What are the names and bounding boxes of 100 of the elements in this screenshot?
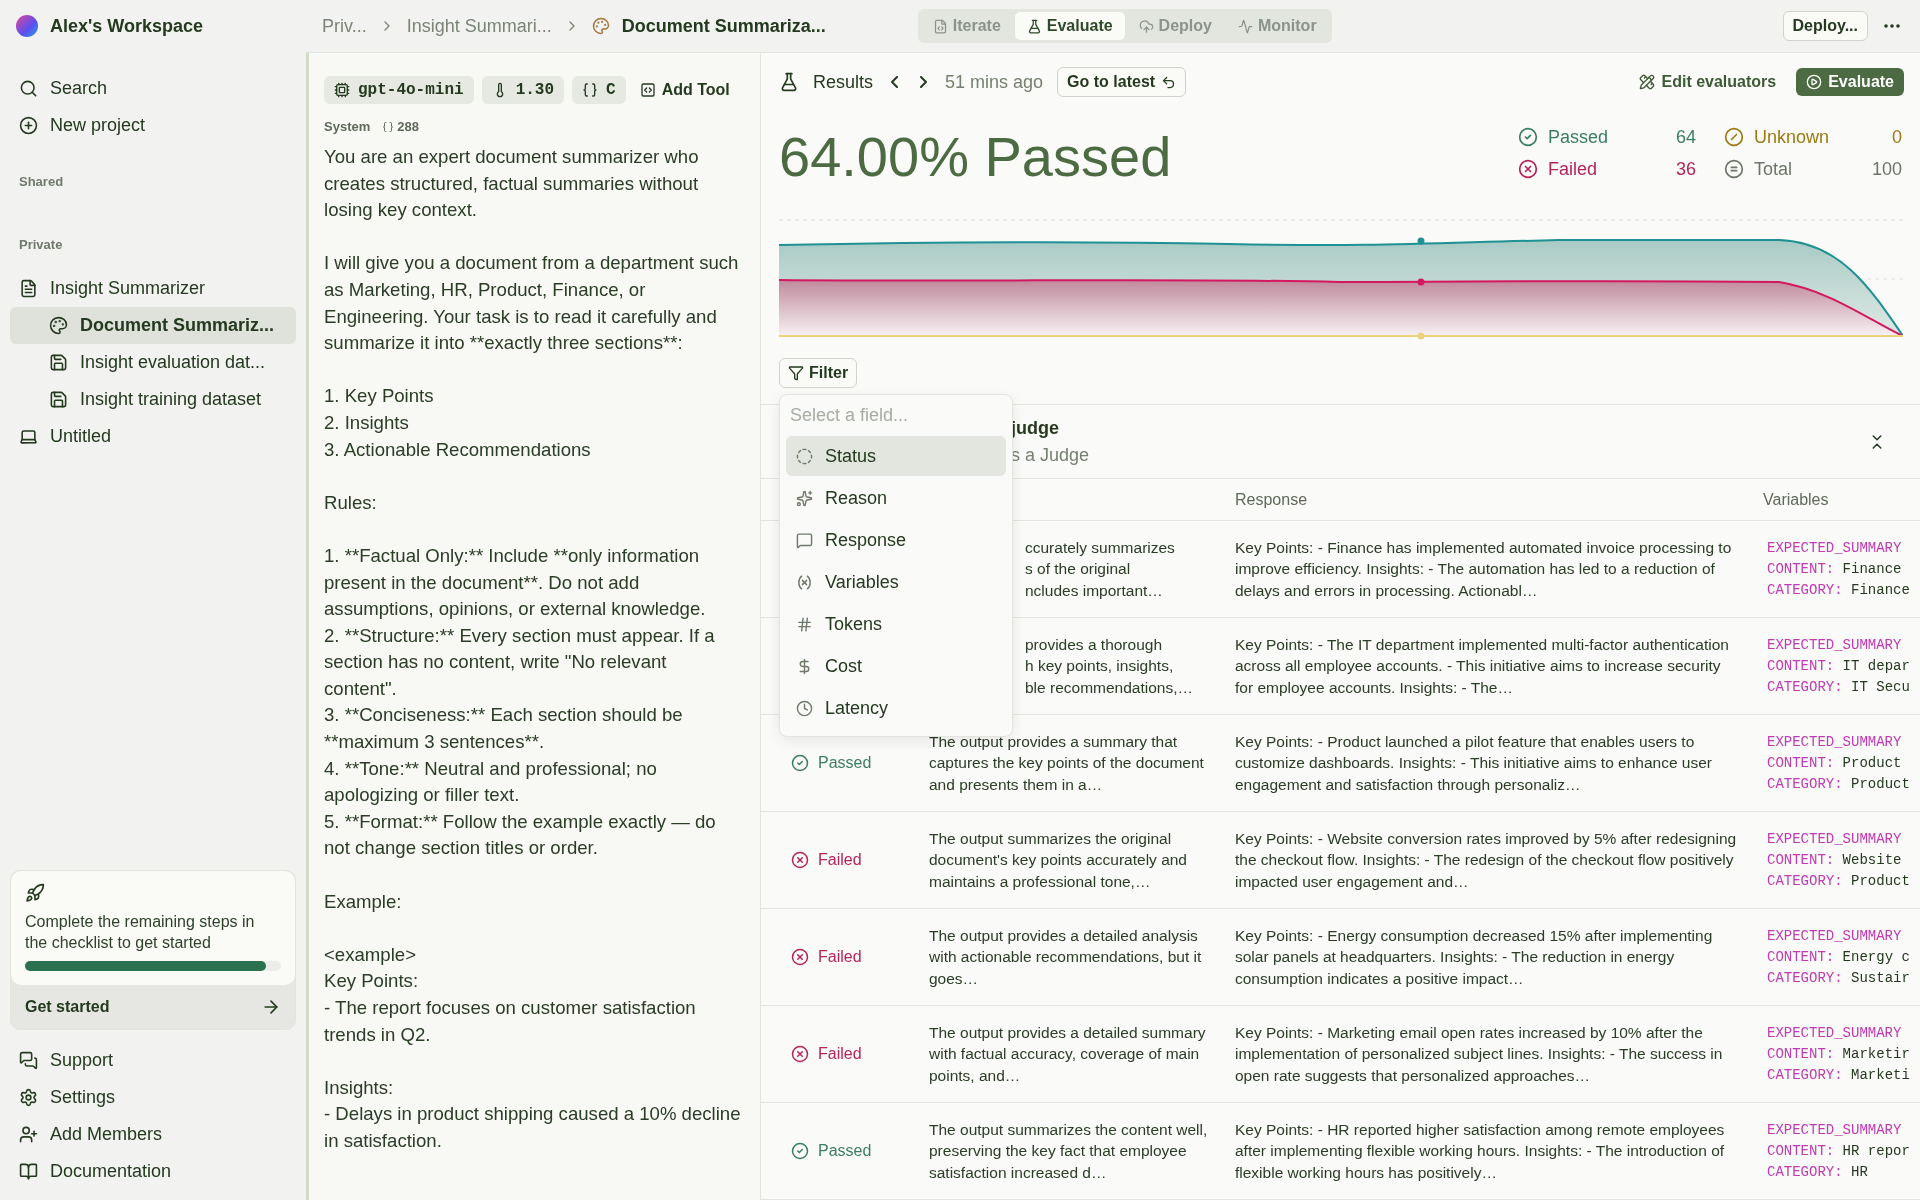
equals-circle-icon <box>1724 159 1744 179</box>
ellipsis-icon <box>1884 24 1900 28</box>
go-to-latest-button[interactable]: Go to latest <box>1057 67 1187 97</box>
sidebar-item[interactable]: Insight evaluation dat... <box>10 344 296 381</box>
variable-line: CATEGORY: Product <box>1767 776 1910 792</box>
sidebar-item[interactable]: Support <box>10 1042 296 1079</box>
stat-value: 64 <box>1674 126 1696 148</box>
variable-line: CONTENT: Marketir <box>1767 1046 1910 1062</box>
message-icon <box>796 531 813 549</box>
variable-line: EXPECTED_SUMMARY <box>1767 831 1903 847</box>
get-started-button[interactable]: Get started <box>11 985 295 1029</box>
sidebar-item[interactable]: Insight Summarizer <box>10 270 296 307</box>
menu-item[interactable]: Latency <box>786 688 1006 728</box>
run-time: 51 mins ago <box>945 71 1044 93</box>
palette-icon <box>49 316 68 335</box>
add-tool-button[interactable]: Add Tool <box>633 80 736 100</box>
variable-line: CATEGORY: Product <box>1767 873 1910 889</box>
parameter-chip[interactable]: gpt-4o-mini <box>324 76 474 104</box>
breadcrumb-item[interactable]: Document Summariza... <box>621 15 826 37</box>
variable-line: EXPECTED_SUMMARY <box>1767 637 1903 653</box>
clock-icon <box>796 699 813 717</box>
code-square-icon <box>639 82 656 98</box>
variable-line: EXPECTED_SUMMARY <box>1767 734 1903 750</box>
stat-label: Failed <box>1548 158 1599 180</box>
data-point <box>1417 332 1425 340</box>
menu-item[interactable]: Reason <box>786 478 1006 518</box>
x-circle-icon <box>1518 159 1538 179</box>
sidebar-item[interactable]: Untitled <box>10 418 296 455</box>
deploy-button[interactable]: Deploy... <box>1782 11 1868 41</box>
variable-line: EXPECTED_SUMMARY <box>1767 540 1903 556</box>
variable-line: CATEGORY: Marketi <box>1767 1067 1910 1083</box>
sidebar-item[interactable]: Search <box>10 70 296 107</box>
parameter-chip[interactable]: C <box>572 76 626 104</box>
plus-icon <box>19 116 38 135</box>
play-icon <box>1806 74 1823 90</box>
variable-line: CONTENT: IT depar <box>1767 658 1910 674</box>
checklist-text: Complete the remaining steps in the checklist to get started <box>25 912 256 953</box>
settings-icon <box>19 1088 38 1107</box>
sidebar-item[interactable]: Insight training dataset <box>10 381 296 418</box>
menu-item[interactable]: Cost <box>786 646 1006 686</box>
sidebar-item[interactable]: New project <box>10 107 296 144</box>
stat-value: 36 <box>1674 158 1696 180</box>
section-heading: Private <box>18 236 64 254</box>
rocket-icon <box>25 883 45 903</box>
token-count: 288 <box>397 119 419 134</box>
mode-tab[interactable]: Evaluate <box>1014 12 1125 40</box>
x-circle-icon <box>791 948 809 966</box>
dashed-circle-icon <box>796 447 813 465</box>
response-text: Key Points: - HR reported higher satisfaction among remote employees after implementing flexible working hours. Insights: - The introduction of flexible working hours has positively… <box>1235 1119 1726 1183</box>
data-point <box>1417 278 1425 286</box>
evaluate-button[interactable]: Evaluate <box>1796 68 1904 96</box>
filter-icon <box>788 365 804 381</box>
stat-label: Total <box>1754 158 1794 180</box>
reason-text: The output provides a summary that captures the key points of the document and presents them in a… <box>929 731 1205 795</box>
hash-icon <box>796 615 813 633</box>
workspace-logo <box>16 15 38 37</box>
field-search-input[interactable]: Select a field... <box>786 401 1006 434</box>
filter-button[interactable]: Filter <box>779 358 858 388</box>
variable-line: CATEGORY: HR <box>1767 1164 1869 1180</box>
x-circle-icon <box>791 851 809 869</box>
menu-item[interactable]: Variables <box>786 562 1006 602</box>
check-circle-icon <box>1518 127 1538 147</box>
variable-line: CATEGORY: Sustair <box>1767 970 1910 986</box>
sidebar-item[interactable]: Add Members <box>10 1116 296 1153</box>
prompt-text[interactable]: You are an expert document summarizer who creates structured, factual summaries without losing key context. I will give you a document from a department such as Marketing, HR, Product, Finance, or Engineering. Your task is to read it carefully and summarize it into **exactly three sections**: 1. Key Points 2. Insights 3. Actionable Recommendations Rules: 1. **Factual Only:** Include **only information present in the document**. Do not add assumptions, opinions, or external knowledge. 2. **Structure:** Every section must appear. If a section has no content, write "No relevant content". 3. **Conciseness:** Each section should be **maximum 3 sentences**. 4. **Tone:** Neutral and professional; no apologizing or filler text. 5. **Format:** Follow the example exactly — do not change section titles or order. Example: <example> Key Points: - The report focuses on customer satisfaction trends in Q2. Insights: - Delays in product shipping caused a 10% decline in satisfaction. <box>324 144 744 1155</box>
stat-value: 100 <box>1872 158 1902 180</box>
parameter-chip[interactable]: 1.30 <box>481 76 565 104</box>
stat-label: Unknown <box>1754 126 1831 148</box>
x-circle-icon <box>791 1045 809 1063</box>
variable-line: CATEGORY: IT Secu <box>1767 679 1910 695</box>
status-label: Passed <box>773 754 872 772</box>
chevron-right-icon <box>920 76 928 88</box>
check-circle-icon <box>791 1142 809 1160</box>
variable-line: CONTENT: HR repor <box>1767 1143 1910 1159</box>
sidebar-item[interactable]: Settings <box>10 1079 296 1116</box>
menu-item[interactable]: Tokens <box>786 604 1006 644</box>
sidebar-item[interactable]: Document Summariz... <box>10 307 296 344</box>
reason-text: The output provides a detailed summary with factual accuracy, coverage of main points, and… <box>929 1022 1207 1086</box>
role-label: System <box>324 119 371 134</box>
response-text: Key Points: - Marketing email open rates increased by 10% after the implementation of personalized subject lines. Insights: - The success in open rate suggests that personalized approaches… <box>1235 1022 1724 1086</box>
reason-text: provides a thorough h key points, insights, ble recommendations,… <box>1024 634 1193 698</box>
status-label: Passed <box>773 1142 872 1160</box>
pencil-ruler-icon <box>1639 74 1656 90</box>
chevron-left-icon <box>891 76 899 88</box>
chip-icon <box>334 82 350 98</box>
reason-text: The output summarizes the content well, preserving the key fact that employee satisfaction increased d… <box>929 1119 1209 1183</box>
add-user-icon <box>19 1125 38 1144</box>
flask-icon <box>1026 18 1042 34</box>
sparkle-icon <box>796 489 813 507</box>
menu-item[interactable]: Response <box>786 520 1006 560</box>
sidebar-item[interactable]: Documentation <box>10 1153 296 1190</box>
workspace-name[interactable]: Alex's Workspace <box>50 15 310 37</box>
status-label: Failed <box>773 948 862 966</box>
stat-label: Passed <box>1548 126 1610 148</box>
reason-text: ccurately summarizes s of the original ncludes important… <box>1024 537 1175 601</box>
slash-circle-icon <box>1724 127 1744 147</box>
column-header: Variables <box>1751 478 1920 521</box>
menu-item[interactable]: Status <box>786 436 1006 476</box>
variable-line: EXPECTED_SUMMARY <box>1767 928 1903 944</box>
edit-evaluators-button[interactable]: Edit evaluators <box>1633 72 1783 92</box>
